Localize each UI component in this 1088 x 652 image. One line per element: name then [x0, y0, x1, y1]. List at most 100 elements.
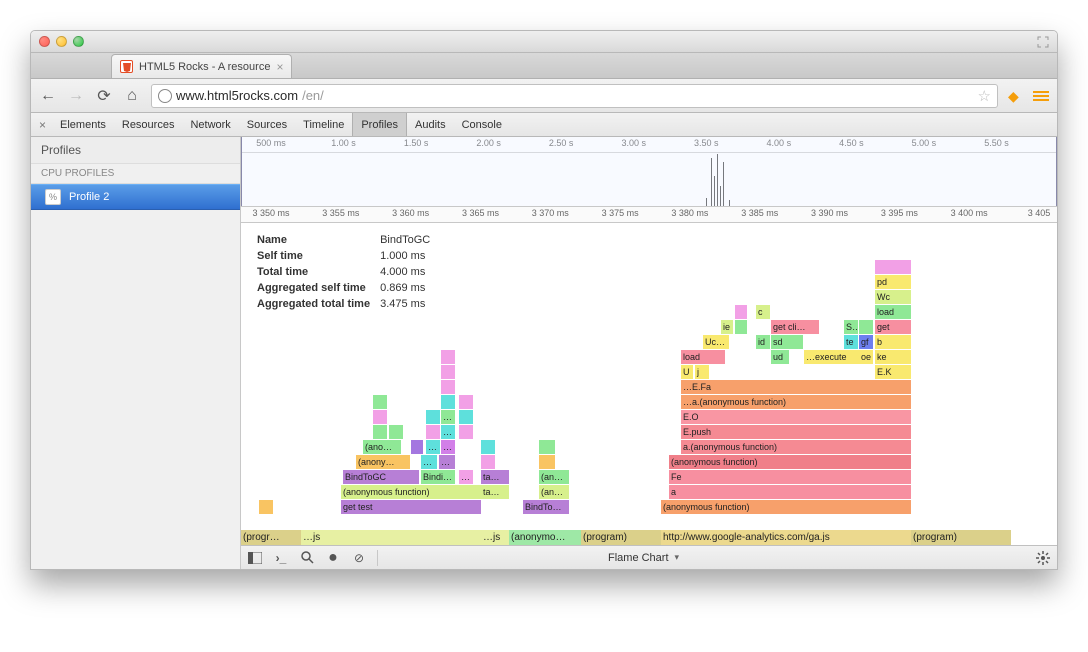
flame-block[interactable]	[859, 320, 873, 334]
flame-chart[interactable]: NameBindToGCSelf time1.000 msTotal time4…	[241, 223, 1057, 545]
flame-block[interactable]	[441, 365, 455, 379]
flame-block[interactable]: …	[439, 455, 455, 469]
close-devtools-icon[interactable]: ×	[39, 118, 46, 132]
extension-icon[interactable]: ◆	[1008, 88, 1023, 103]
flame-block[interactable]: j	[695, 365, 709, 379]
record-icon[interactable]: ●	[325, 550, 341, 566]
flame-block[interactable]	[459, 410, 473, 424]
flame-block[interactable]: E.O	[681, 410, 911, 424]
console-icon[interactable]: ›_	[273, 550, 289, 566]
flame-block[interactable]: te	[844, 335, 858, 349]
flame-block[interactable]: oe	[859, 350, 873, 364]
flame-block[interactable]: E.push	[681, 425, 911, 439]
flame-block[interactable]: b	[875, 335, 911, 349]
flame-block[interactable]	[426, 425, 440, 439]
flame-block[interactable]: a	[669, 485, 911, 499]
address-bar[interactable]: www.html5rocks.com/en/ ☆	[151, 84, 998, 108]
browser-tab[interactable]: HTML5 Rocks - A resource ×	[111, 54, 292, 78]
overview-timeline[interactable]: 500 ms1.00 s1.50 s2.00 s2.50 s3.00 s3.50…	[241, 137, 1057, 207]
flame-block[interactable]: Uc…	[703, 335, 729, 349]
flame-block[interactable]: (anonymous function)	[661, 500, 911, 514]
flame-block[interactable]: …	[421, 455, 437, 469]
flame-block[interactable]: Sa	[844, 320, 858, 334]
minimize-window-icon[interactable]	[56, 36, 67, 47]
flame-block[interactable]: ie	[721, 320, 733, 334]
close-tab-icon[interactable]: ×	[276, 60, 283, 74]
flame-block[interactable]: ta…	[481, 470, 509, 484]
flame-base-block[interactable]: (progr…	[241, 530, 301, 545]
flame-block[interactable]	[481, 455, 495, 469]
flame-block[interactable]	[373, 425, 387, 439]
flame-block[interactable]: U	[681, 365, 693, 379]
flame-block[interactable]	[539, 440, 555, 454]
dock-icon[interactable]	[247, 550, 263, 566]
flame-block[interactable]: gf	[859, 335, 873, 349]
flame-block[interactable]	[389, 425, 403, 439]
flame-block[interactable]: get	[875, 320, 911, 334]
flame-block[interactable]	[735, 305, 747, 319]
flame-block[interactable]	[459, 395, 473, 409]
flame-block[interactable]: id	[756, 335, 770, 349]
flame-block[interactable]: BindTo…	[523, 500, 569, 514]
flame-block[interactable]	[259, 500, 273, 514]
flame-block[interactable]: …	[426, 440, 440, 454]
devtools-tab-audits[interactable]: Audits	[407, 113, 454, 136]
flame-block[interactable]: …execute	[804, 350, 862, 364]
flame-block[interactable]: load	[681, 350, 725, 364]
flame-block[interactable]: sd	[771, 335, 789, 349]
devtools-tab-resources[interactable]: Resources	[114, 113, 183, 136]
flame-block[interactable]: E.K	[875, 365, 911, 379]
profile-list-item[interactable]: % Profile 2	[31, 184, 240, 210]
flame-block[interactable]: BindToGC	[343, 470, 419, 484]
bookmark-star-icon[interactable]: ☆	[978, 87, 991, 105]
flame-base-block[interactable]: http://www.google-analytics.com/ga.js	[661, 530, 911, 545]
flame-block[interactable]: pd	[875, 275, 911, 289]
view-mode-select[interactable]: Flame Chart	[608, 552, 679, 564]
flame-block[interactable]: (an…	[539, 470, 569, 484]
flame-block[interactable]: Bindi…	[421, 470, 455, 484]
flame-block[interactable]	[481, 440, 495, 454]
flame-block[interactable]: c	[756, 305, 770, 319]
flame-block[interactable]	[735, 320, 747, 334]
devtools-tab-sources[interactable]: Sources	[239, 113, 295, 136]
flame-block[interactable]	[411, 440, 423, 454]
flame-block[interactable]: (ano…	[539, 485, 569, 499]
flame-block[interactable]: a.(anonymous function)	[681, 440, 911, 454]
flame-block[interactable]	[426, 410, 440, 424]
devtools-tab-profiles[interactable]: Profiles	[352, 113, 407, 136]
flame-block[interactable]	[459, 425, 473, 439]
flame-block[interactable]: (anony…	[356, 455, 410, 469]
close-window-icon[interactable]	[39, 36, 50, 47]
zoom-window-icon[interactable]	[73, 36, 84, 47]
flame-block[interactable]: …	[441, 440, 455, 454]
flame-block[interactable]: …a.(anonymous function)	[681, 395, 911, 409]
flame-block[interactable]: (anonymous function)	[341, 485, 481, 499]
devtools-tab-console[interactable]: Console	[454, 113, 510, 136]
flame-base-block[interactable]: …js	[301, 530, 481, 545]
flame-block[interactable]: …E.Fa	[681, 380, 911, 394]
flame-block[interactable]: Fe	[669, 470, 911, 484]
hamburger-menu-icon[interactable]	[1033, 88, 1049, 104]
home-button[interactable]: ⌂	[123, 87, 141, 105]
flame-block[interactable]	[875, 260, 911, 274]
flame-block[interactable]: (ano…	[363, 440, 401, 454]
flame-block[interactable]	[539, 455, 555, 469]
flame-block[interactable]: load	[875, 305, 911, 319]
flame-block[interactable]: ke	[875, 350, 911, 364]
flame-block[interactable]: Wc	[875, 290, 911, 304]
devtools-tab-timeline[interactable]: Timeline	[295, 113, 352, 136]
flame-block[interactable]	[441, 395, 455, 409]
flame-block[interactable]: …	[459, 470, 473, 484]
flame-block[interactable]: ta…	[481, 485, 509, 499]
flame-block[interactable]: …	[441, 410, 455, 424]
search-icon[interactable]	[299, 550, 315, 566]
devtools-tab-elements[interactable]: Elements	[52, 113, 114, 136]
flame-block[interactable]	[373, 395, 387, 409]
forward-button[interactable]: →	[67, 87, 85, 105]
overview-selection[interactable]	[241, 137, 1057, 206]
flame-block[interactable]	[441, 350, 455, 364]
flame-base-block[interactable]: …js	[481, 530, 509, 545]
flame-base-block[interactable]: (program)	[911, 530, 1011, 545]
fullscreen-icon[interactable]	[1037, 36, 1049, 48]
clear-icon[interactable]: ⊘	[351, 550, 367, 566]
